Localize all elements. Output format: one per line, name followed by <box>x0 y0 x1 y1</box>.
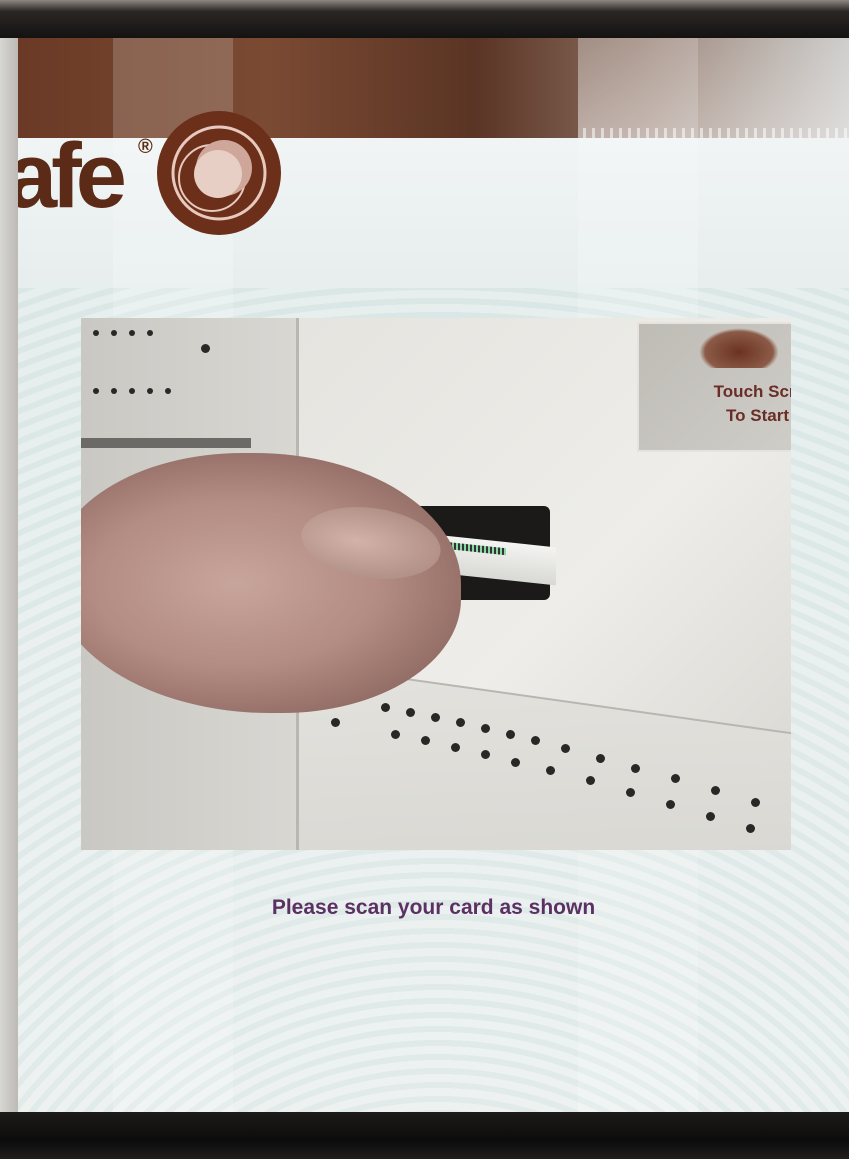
registered-mark: ® <box>138 136 153 158</box>
sign-text-line1: Touch Scre <box>713 382 791 401</box>
touch-screen-sign: Touch Scre To Start <box>637 322 791 452</box>
vent-hole <box>586 776 595 785</box>
vent-hole <box>506 730 515 739</box>
monitor-bezel-top <box>0 0 849 38</box>
brand-logo-text: afe <box>18 125 127 227</box>
vent-hole <box>546 766 555 775</box>
monitor-bezel-left <box>0 0 18 1159</box>
vent-hole <box>111 388 117 394</box>
locker-slot <box>81 438 251 448</box>
vent-hole <box>381 703 390 712</box>
vent-hole <box>746 824 755 833</box>
vent-hole <box>165 388 171 394</box>
vent-hole <box>421 736 430 745</box>
card-scan-tutorial-image: Touch Scre To Start <box>81 318 791 850</box>
kiosk-screen[interactable]: afe ® Touch Sc To Start Please scan your… <box>18 38 849 1112</box>
vent-hole <box>201 344 210 353</box>
vent-hole <box>481 750 490 759</box>
vent-hole <box>671 774 680 783</box>
vent-hole <box>331 718 340 727</box>
vent-hole <box>451 743 460 752</box>
vent-hole <box>111 330 117 336</box>
vent-hole <box>93 388 99 394</box>
vent-hole <box>456 718 465 727</box>
vent-hole <box>706 812 715 821</box>
scan-instruction-text: Please scan your card as shown <box>271 896 596 919</box>
vent-hole <box>481 724 490 733</box>
vent-hole <box>93 330 99 336</box>
vent-hole <box>406 708 415 717</box>
sign-logo-icon <box>699 328 779 368</box>
vent-hole <box>129 330 135 336</box>
vent-hole <box>751 798 760 807</box>
brand-logo-mark-icon <box>157 111 281 235</box>
vent-hole <box>147 388 153 394</box>
vent-hole <box>626 788 635 797</box>
vent-hole <box>596 754 605 763</box>
vent-hole <box>531 736 540 745</box>
vent-hole <box>431 713 440 722</box>
vent-hole <box>631 764 640 773</box>
vent-hole <box>711 786 720 795</box>
vent-hole <box>561 744 570 753</box>
vent-hole <box>129 388 135 394</box>
vent-hole <box>147 330 153 336</box>
sign-text-line2: To Start <box>726 406 789 425</box>
vent-hole <box>666 800 675 809</box>
monitor-bezel-bottom <box>0 1112 849 1159</box>
vent-hole <box>511 758 520 767</box>
vent-hole <box>391 730 400 739</box>
